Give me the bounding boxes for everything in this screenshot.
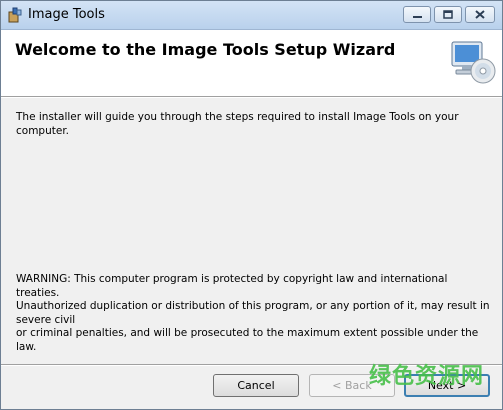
window-title: Image Tools [28,7,105,22]
close-button[interactable] [465,6,495,23]
minimize-icon [413,16,422,18]
cancel-button[interactable]: Cancel [213,374,299,397]
header-separator [1,96,502,98]
wizard-header: Welcome to the Image Tools Setup Wizard [1,30,502,96]
welcome-description: The installer will guide you through the… [16,111,459,137]
warning-line: Unauthorized duplication or distribution… [16,300,490,326]
close-icon [475,10,485,19]
installer-window: Image Tools Welcome to the Image Tools S… [0,0,503,410]
computer-disc-icon [451,41,496,84]
minimize-button[interactable] [403,6,431,23]
wizard-title: Welcome to the Image Tools Setup Wizard [15,40,396,59]
maximize-icon [443,10,453,19]
copyright-warning: WARNING: This computer program is protec… [16,273,492,354]
installer-app-icon [8,7,22,23]
watermark-text: 绿色资源网 [369,364,485,389]
warning-line: WARNING: This computer program is protec… [16,273,448,299]
warning-line: or criminal penalties, and will be prose… [16,327,479,353]
title-bar[interactable]: Image Tools [1,1,502,30]
maximize-button[interactable] [434,6,462,23]
